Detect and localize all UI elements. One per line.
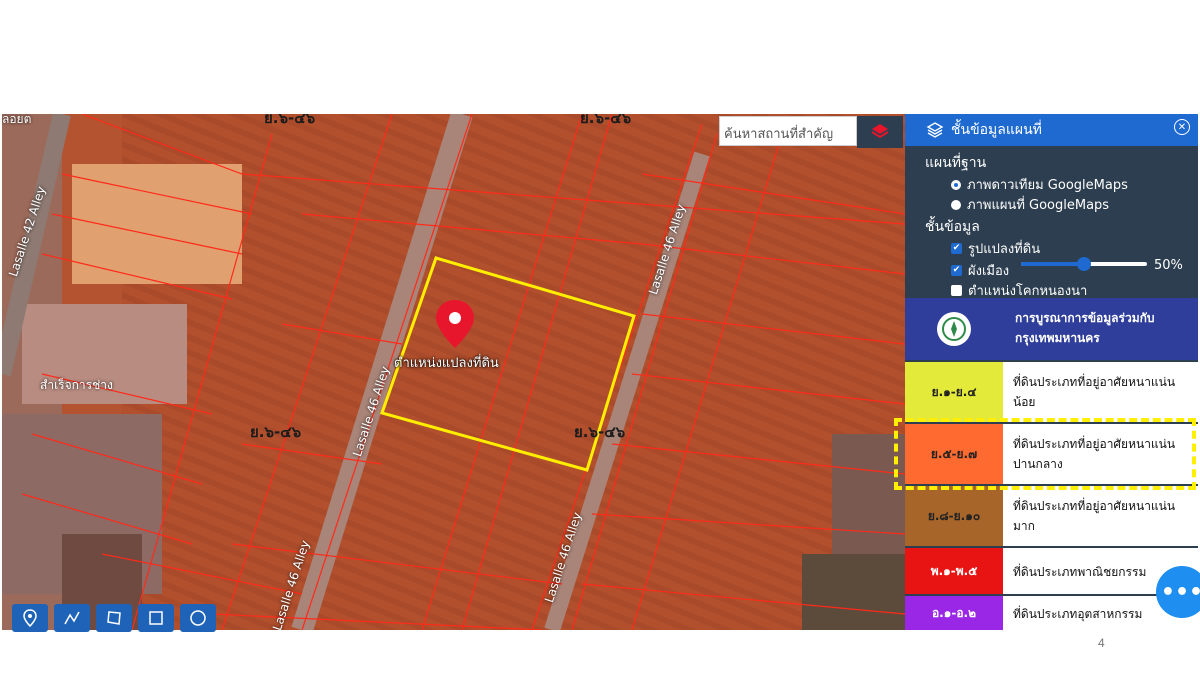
draw-polygon-button[interactable] (96, 604, 132, 632)
opacity-value: 50% (1154, 258, 1183, 273)
bma-seal-icon (942, 317, 966, 341)
layer-toggle-button[interactable] (857, 116, 903, 148)
more-dots-icon: ••• (1160, 579, 1200, 605)
opacity-slider[interactable] (1021, 257, 1147, 271)
legend-row: พ.๑-พ.๕ ที่ดินประเภทพาณิชยกรรม (905, 546, 1198, 594)
slider-knob[interactable] (1077, 257, 1091, 271)
basemap-section-label: แผนที่ฐาน (925, 155, 987, 171)
legend-swatch: ย.๘-ย.๑๐ (905, 486, 1003, 546)
legend-row: อ.๑-อ.๒ ที่ดินประเภทอุตสาหกรรม (905, 594, 1198, 630)
pin-icon (23, 609, 37, 627)
draw-marker-button[interactable] (12, 604, 48, 632)
circle-icon (190, 610, 206, 626)
legend-text: ที่ดินประเภทที่อยู่อาศัยหนาแน่นน้อย (1013, 375, 1176, 409)
checkbox-unchecked[interactable] (951, 285, 962, 296)
checkbox-checked[interactable]: ✔ (951, 265, 962, 276)
panel-header: ชั้นข้อมูลแผนที่ ✕ (905, 114, 1198, 146)
legend-text: ที่ดินประเภทที่อยู่อาศัยหนาแน่นมาก (1013, 499, 1176, 533)
parcel-location-label: ตำแหน่งแปลงที่ดิน (394, 356, 499, 371)
legend-swatch: ย.๑-ย.๔ (905, 362, 1003, 422)
bma-text-line-1: การบูรณาการข้อมูลร่วมกับ (1015, 311, 1155, 325)
map-view[interactable]: ย.๖-๔๖ ย.๖-๔๖ ย.๖-๔๖ ย.๖-๔๖ ตำแหน่งแปลงท… (2, 114, 905, 630)
layers-icon (926, 122, 944, 138)
zone-label: ย.๖-๔๖ (574, 423, 626, 441)
legend-highlight-box (894, 418, 1196, 490)
place-search-input[interactable]: ค้นหาสถานที่สำคัญ (719, 116, 857, 146)
bma-integration-banner: การบูรณาการข้อมูลร่วมกับ กรุงเทพมหานคร (905, 298, 1198, 360)
radio-selected[interactable] (951, 179, 961, 190)
zone-label: ย.๖-๔๖ (250, 423, 302, 441)
slider-fill (1021, 262, 1084, 266)
legend-row: ย.๑-ย.๔ ที่ดินประเภทที่อยู่อาศัยหนาแน่นน… (905, 360, 1198, 422)
slide-page-number: 4 (1098, 636, 1105, 650)
draw-circle-button[interactable] (180, 604, 216, 632)
poi-label: ลอยต (2, 114, 32, 126)
layer-option-cityplan[interactable]: ✔ ผังเมือง (951, 260, 1009, 281)
legend-swatch: อ.๑-อ.๒ (905, 596, 1003, 630)
more-options-button[interactable]: ••• (1156, 566, 1200, 618)
bma-text-line-2: กรุงเทพมหานคร (1015, 331, 1100, 345)
radio-unselected[interactable] (951, 199, 961, 210)
layers-icon (871, 124, 889, 139)
zone-label: ย.๖-๔๖ (580, 114, 632, 127)
checkbox-checked[interactable]: ✔ (951, 243, 962, 254)
layers-section-label: ชั้นข้อมูล (925, 219, 980, 235)
draw-line-button[interactable] (54, 604, 90, 632)
close-icon[interactable]: ✕ (1174, 119, 1190, 135)
bma-logo (937, 312, 971, 346)
panel-options: แผนที่ฐาน ภาพดาวเทียม GoogleMaps ภาพแผนท… (905, 146, 1198, 299)
zone-label: ย.๖-๔๖ (264, 114, 316, 127)
polygon-icon (107, 611, 121, 625)
legend-row: ย.๘-ย.๑๐ ที่ดินประเภทที่อยู่อาศัยหนาแน่น… (905, 484, 1198, 546)
draw-rectangle-button[interactable] (138, 604, 174, 632)
legend-swatch: พ.๑-พ.๕ (905, 548, 1003, 594)
basemap-option-map[interactable]: ภาพแผนที่ GoogleMaps (951, 194, 1109, 215)
line-icon (64, 611, 80, 625)
panel-title: ชั้นข้อมูลแผนที่ (951, 122, 1042, 138)
layer-option-parcels[interactable]: ✔ รูปแปลงที่ดิน (951, 238, 1040, 259)
poi-label: สำเร็จการช่าง (40, 378, 113, 392)
map-layers-panel: ชั้นข้อมูลแผนที่ ✕ แผนที่ฐาน ภาพดาวเทียม… (905, 114, 1198, 630)
basemap-option-satellite[interactable]: ภาพดาวเทียม GoogleMaps (951, 174, 1128, 195)
rectangle-icon (149, 611, 163, 625)
